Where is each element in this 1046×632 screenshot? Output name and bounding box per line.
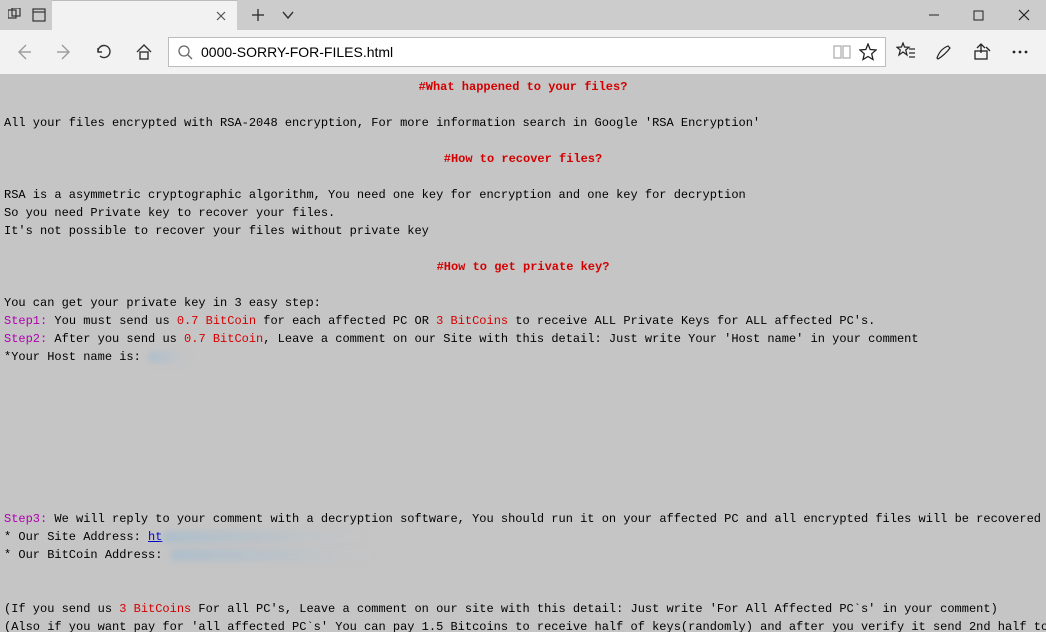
home-button[interactable] [128, 36, 160, 68]
heading-recover: #How to recover files? [4, 150, 1042, 168]
paragraph-rsa-1: RSA is a asymmetric cryptographic algori… [4, 186, 1042, 204]
note2-line: (Also if you want pay for 'all affected … [4, 618, 1042, 632]
url-input[interactable] [201, 44, 825, 60]
tabs-aside-icon[interactable] [6, 6, 24, 24]
address-bar[interactable] [168, 37, 886, 67]
forward-button[interactable] [48, 36, 80, 68]
chevron-down-icon[interactable] [279, 6, 297, 24]
toolbar [0, 30, 1046, 74]
page-content-area[interactable]: #What happened to your files? All your f… [0, 74, 1046, 632]
page-content: #What happened to your files? All your f… [0, 74, 1046, 632]
bitcoin-address-line: * Our BitCoin Address: [4, 546, 1042, 564]
reading-view-icon[interactable] [833, 44, 851, 60]
title-bar [0, 0, 1046, 30]
step3-label: Step3: [4, 512, 47, 526]
tab-actions [237, 0, 297, 30]
window-controls [911, 0, 1046, 30]
paragraph-intro: All your files encrypted with RSA-2048 e… [4, 114, 1042, 132]
more-icon[interactable] [1008, 40, 1032, 64]
show-tabs-icon[interactable] [30, 6, 48, 24]
paragraph-steps-intro: You can get your private key in 3 easy s… [4, 294, 1042, 312]
hostname-redacted [148, 351, 188, 363]
step3-line: Step3: We will reply to your comment wit… [4, 510, 1042, 528]
back-button[interactable] [8, 36, 40, 68]
note1-line: (If you send us 3 BitCoins For all PC's,… [4, 600, 1042, 618]
heading-private-key: #How to get private key? [4, 258, 1042, 276]
search-icon [177, 44, 193, 60]
close-window-button[interactable] [1001, 0, 1046, 30]
site-link[interactable]: ht [148, 530, 162, 544]
site-address-line: * Our Site Address: ht [4, 528, 1042, 546]
refresh-button[interactable] [88, 36, 120, 68]
pen-icon[interactable] [932, 40, 956, 64]
step2-line: Step2: After you send us 0.7 BitCoin, Le… [4, 330, 1042, 348]
hostname-line: *Your Host name is: [4, 348, 1042, 366]
paragraph-rsa-3: It's not possible to recover your files … [4, 222, 1042, 240]
step2-label: Step2: [4, 332, 47, 346]
favorites-list-icon[interactable] [894, 40, 918, 64]
close-tab-icon[interactable] [213, 8, 229, 24]
maximize-button[interactable] [956, 0, 1001, 30]
title-left-icons [0, 0, 48, 30]
browser-tab[interactable] [52, 0, 237, 30]
heading-what-happened: #What happened to your files? [4, 78, 1042, 96]
right-tools [894, 40, 1038, 64]
site-redacted [162, 531, 362, 543]
step1-line: Step1: You must send us 0.7 BitCoin for … [4, 312, 1042, 330]
step1-label: Step1: [4, 314, 47, 328]
favorite-star-icon[interactable] [859, 43, 877, 61]
bitcoin-redacted [170, 549, 370, 561]
minimize-button[interactable] [911, 0, 956, 30]
paragraph-rsa-2: So you need Private key to recover your … [4, 204, 1042, 222]
new-tab-icon[interactable] [249, 6, 267, 24]
share-icon[interactable] [970, 40, 994, 64]
